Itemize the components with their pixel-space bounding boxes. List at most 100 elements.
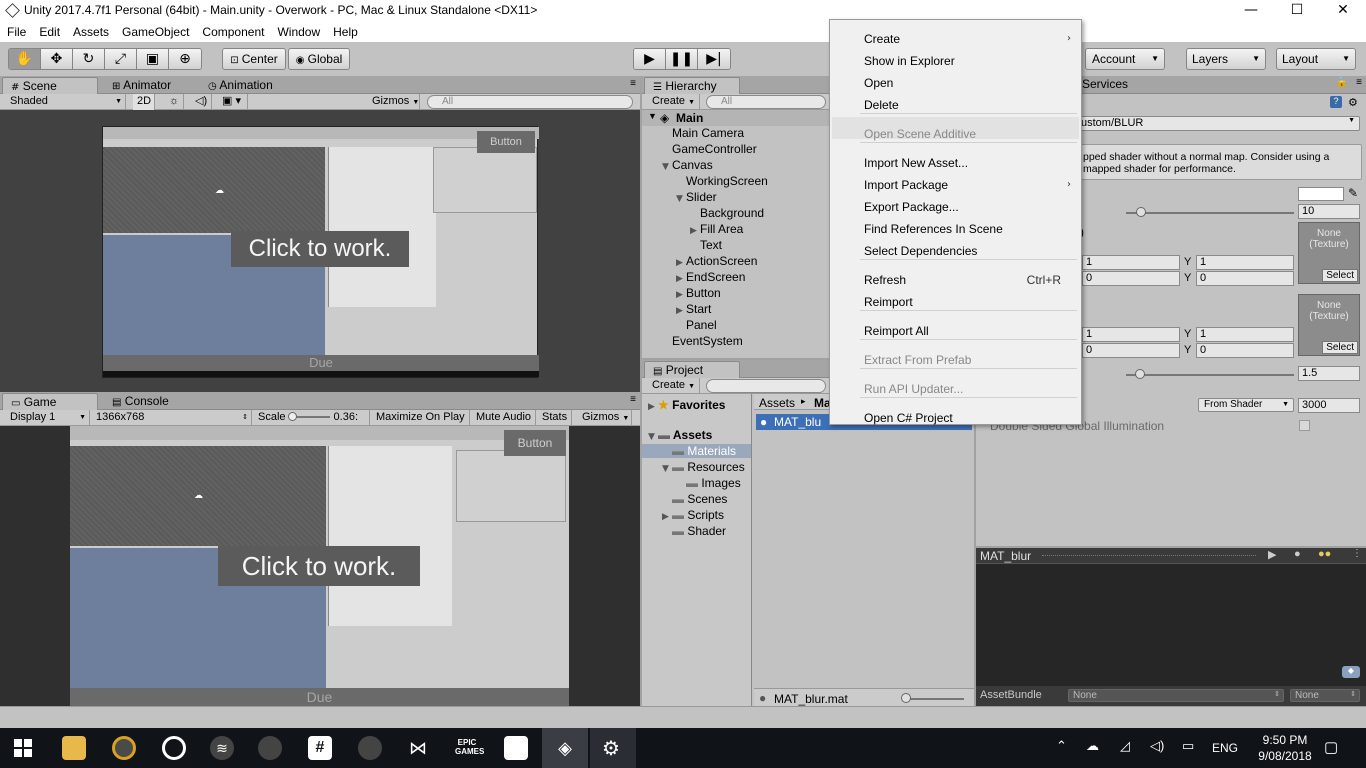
chrome-icon[interactable] xyxy=(112,736,136,760)
hierarchy-item[interactable]: GameController xyxy=(662,142,757,156)
offset-y-field[interactable]: 0 xyxy=(1196,343,1294,358)
gizmos-dropdown[interactable]: Gizmos ▼ xyxy=(368,94,420,110)
transform-tool-icon[interactable]: ⊕ xyxy=(169,49,201,69)
project-create-dropdown[interactable]: Create ▼ xyxy=(648,378,700,394)
hierarchy-item[interactable]: WorkingScreen xyxy=(676,174,768,188)
hand-tool-icon[interactable]: ✋ xyxy=(9,49,41,69)
menu-help[interactable]: Help xyxy=(326,22,364,39)
shading-dropdown[interactable]: Shaded ▼ xyxy=(6,94,126,110)
panel-menu-icon[interactable]: ≡ xyxy=(1356,77,1362,88)
hierarchy-item[interactable]: ▶ Button xyxy=(676,286,721,300)
slider-knob[interactable] xyxy=(1136,207,1146,217)
audio-toggle-icon[interactable]: ◁) xyxy=(191,94,213,110)
lighting-toggle-icon[interactable]: ☼ xyxy=(165,94,185,110)
unity-active-task[interactable]: ◈ xyxy=(542,728,588,768)
menu-item-select-dependencies[interactable]: Select Dependencies xyxy=(864,244,977,258)
clock[interactable]: 9:50 PM 9/08/2018 xyxy=(1250,732,1320,764)
float-field[interactable]: 10 xyxy=(1298,204,1360,219)
expand-arrow-icon[interactable]: ▼ xyxy=(662,162,672,172)
menu-item-refresh[interactable]: Refresh xyxy=(864,273,906,287)
hierarchy-item[interactable]: Panel xyxy=(676,318,717,332)
settings-gear-icon[interactable]: ⚙ xyxy=(1348,96,1358,109)
tab-animation[interactable]: ◷ Animation xyxy=(200,77,281,94)
file-explorer-icon[interactable] xyxy=(62,736,86,760)
hierarchy-item[interactable]: ▶ Fill Area xyxy=(690,222,743,236)
menu-file[interactable]: File xyxy=(0,22,32,39)
slider-track[interactable] xyxy=(1126,374,1294,376)
hierarchy-create-dropdown[interactable]: Create ▼ xyxy=(648,94,700,110)
menu-edit[interactable]: Edit xyxy=(32,22,66,39)
close-button[interactable]: ✕ xyxy=(1320,0,1366,22)
tab-services[interactable]: Services xyxy=(1082,77,1128,91)
unity-hub-icon[interactable] xyxy=(504,736,528,760)
menu-item-import-new-asset[interactable]: Import New Asset... xyxy=(864,156,968,170)
layers-dropdown[interactable]: Layers ▼ xyxy=(1186,48,1266,70)
tab-scene[interactable]: # Scene xyxy=(2,77,98,94)
hierarchy-item[interactable]: Main Camera xyxy=(662,126,744,140)
step-icon[interactable]: ▶| xyxy=(698,49,730,69)
menu-item-reimport[interactable]: Reimport xyxy=(864,295,913,309)
preview-menu-icon[interactable]: ⋮ xyxy=(1352,548,1362,559)
scale-tool-icon[interactable]: ⤢ xyxy=(105,49,137,69)
assets-row[interactable]: ▼ ▬ Assets xyxy=(648,428,712,442)
spotify-icon[interactable]: ≋ xyxy=(210,736,234,760)
windows-start-icon[interactable] xyxy=(14,739,32,757)
hierarchy-item[interactable]: ▶ ActionScreen xyxy=(676,254,757,268)
epic-games-icon[interactable]: EPIC GAMES xyxy=(455,738,484,756)
minimize-button[interactable]: — xyxy=(1228,0,1274,22)
scene-search-input[interactable]: All xyxy=(427,95,633,109)
hierarchy-item[interactable]: EventSystem xyxy=(662,334,743,348)
account-dropdown[interactable]: Account ▼ xyxy=(1085,48,1165,70)
texture-slot[interactable]: None (Texture) Select xyxy=(1298,222,1360,284)
menu-item-delete[interactable]: Delete xyxy=(864,98,899,112)
menu-component[interactable]: Component xyxy=(195,22,270,39)
expand-arrow-icon[interactable]: ▶ xyxy=(676,258,686,268)
panel-menu-icon[interactable]: ≡ xyxy=(630,78,636,89)
color-field[interactable] xyxy=(1298,187,1344,201)
double-sided-gi-checkbox[interactable] xyxy=(1299,420,1310,431)
project-folder-resources[interactable]: ▼ ▬ Resources xyxy=(662,460,745,474)
favorites-row[interactable]: ▶ ★ Favorites xyxy=(648,398,725,412)
visual-studio-icon[interactable]: ⋈ xyxy=(406,736,430,760)
menu-window[interactable]: Window xyxy=(270,22,326,39)
shader-dropdown[interactable]: ustom/BLUR ▼ xyxy=(1076,116,1360,131)
notification-icon[interactable]: ▢ xyxy=(1324,738,1338,756)
effects-dropdown-icon[interactable]: ▣ ▾ xyxy=(218,94,248,110)
assetbundle-name-dropdown[interactable]: None ⇕ xyxy=(1068,689,1284,702)
offset-x-field[interactable]: 0 xyxy=(1082,271,1180,286)
lock-icon[interactable]: 🔒 xyxy=(1336,77,1348,88)
maximize-button[interactable]: ☐ xyxy=(1274,0,1320,22)
icon-size-knob[interactable] xyxy=(901,693,911,703)
2d-toggle[interactable]: 2D xyxy=(133,94,155,110)
offset-x-field[interactable]: 0 xyxy=(1082,343,1180,358)
expand-arrow-icon[interactable]: ▶ xyxy=(690,226,700,236)
assetbundle-variant-dropdown[interactable]: None ⇕ xyxy=(1290,689,1360,702)
project-folder-scripts[interactable]: ▶ ▬ Scripts xyxy=(662,508,724,522)
menu-item-find-references-in-scene[interactable]: Find References In Scene xyxy=(864,222,1003,236)
expand-arrow-icon[interactable]: ▶ xyxy=(676,306,686,316)
project-folder-images[interactable]: ▬ Images xyxy=(676,476,741,490)
tiling-y-field[interactable]: 1 xyxy=(1196,327,1294,342)
tab-console[interactable]: ▤ Console xyxy=(104,393,177,410)
play-icon[interactable]: ▶ xyxy=(634,49,666,69)
expand-arrow-icon[interactable]: ▶ xyxy=(662,512,672,522)
project-folder-materials[interactable]: ▬ Materials xyxy=(642,444,751,458)
hierarchy-item[interactable]: Background xyxy=(690,206,764,220)
resolution-dropdown[interactable]: 1366x768 ⇕ xyxy=(92,410,252,426)
slider-knob[interactable] xyxy=(1135,369,1145,379)
menu-item-reimport-all[interactable]: Reimport All xyxy=(864,324,929,338)
expand-arrow-icon[interactable]: ▼ xyxy=(648,111,657,121)
pause-icon[interactable]: ❚❚ xyxy=(666,49,698,69)
offset-y-field[interactable]: 0 xyxy=(1196,271,1294,286)
hierarchy-item[interactable]: ▶ Start xyxy=(676,302,711,316)
layout-dropdown[interactable]: Layout ▼ xyxy=(1276,48,1356,70)
select-button[interactable]: Select xyxy=(1322,269,1358,282)
scene-canvas-view[interactable]: ☁ Button Click to work. Due xyxy=(102,126,539,378)
menu-gameobject[interactable]: GameObject xyxy=(115,22,195,39)
discord-icon[interactable] xyxy=(258,736,282,760)
expand-arrow-icon[interactable]: ▼ xyxy=(648,432,658,442)
hierarchy-item[interactable]: Text xyxy=(690,238,722,252)
eyedropper-icon[interactable]: ✎ xyxy=(1348,186,1358,200)
menu-item-import-package[interactable]: Import Package xyxy=(864,178,948,192)
game-view[interactable]: ☁ Button Click to work. Due xyxy=(70,426,569,706)
